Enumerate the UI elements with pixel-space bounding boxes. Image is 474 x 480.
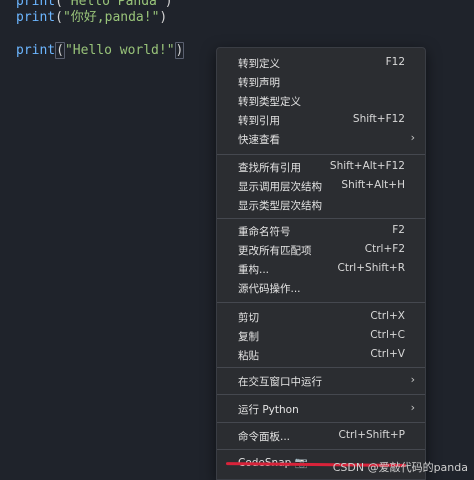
string-literal: "你好,panda!" <box>62 10 160 25</box>
code-line-4[interactable]: print("Hello world!") <box>16 42 185 60</box>
keyword-print: print <box>16 10 56 25</box>
menu-item-rename-symbol[interactable]: 重命名符号 F2 <box>217 221 425 240</box>
menu-separator <box>217 218 425 219</box>
menu-item-go-to-declaration[interactable]: 转到声明 <box>217 72 425 91</box>
watermark: CSDN @爱敲代码的panda <box>332 461 468 474</box>
menu-item-cut[interactable]: 剪切 Ctrl+X <box>217 307 425 326</box>
menu-item-label: 转到类型定义 <box>238 96 301 108</box>
menu-item-shortcut: Shift+Alt+H <box>341 179 405 191</box>
menu-item-shortcut: Ctrl+X <box>370 310 405 322</box>
menu-separator <box>217 367 425 368</box>
menu-separator <box>217 302 425 303</box>
menu-item-label: 源代码操作... <box>238 283 301 295</box>
keyword-print: print <box>16 0 56 9</box>
menu-item-label: 转到定义 <box>238 58 280 70</box>
menu-item-label: 更改所有匹配项 <box>238 245 312 257</box>
menu-separator <box>217 154 425 155</box>
close-paren-highlight: ) <box>174 42 185 59</box>
menu-item-label: 转到引用 <box>238 115 280 127</box>
menu-item-label: 粘贴 <box>238 350 259 362</box>
menu-separator <box>217 394 425 395</box>
menu-item-shortcut: Shift+Alt+F12 <box>329 160 405 172</box>
menu-item-source-action[interactable]: 源代码操作... <box>217 278 425 297</box>
menu-item-shortcut: F2 <box>392 224 405 236</box>
menu-item-label: 查找所有引用 <box>238 162 301 174</box>
context-menu: 转到定义 F12 转到声明 转到类型定义 转到引用 Shift+F12 快速查看 › … <box>216 47 426 480</box>
code-line-2[interactable]: print("你好,panda!") <box>16 9 167 27</box>
menu-item-shortcut: Ctrl+Shift+R <box>337 262 405 274</box>
menu-item-shortcut: Ctrl+Shift+P <box>338 429 405 441</box>
menu-item-label: 在交互窗口中运行 <box>238 376 322 388</box>
menu-item-run-in-interactive-window[interactable]: 在交互窗口中运行 › <box>217 371 425 390</box>
close-paren: ) <box>159 10 168 25</box>
open-paren-highlight: ( <box>55 42 65 59</box>
menu-item-label: 运行 Python <box>238 404 299 416</box>
menu-item-peek[interactable]: 快速查看 › <box>217 129 425 148</box>
menu-item-label: 重命名符号 <box>238 226 291 238</box>
close-paren: ) <box>164 0 173 9</box>
menu-item-show-call-hierarchy[interactable]: 显示调用层次结构 Shift+Alt+H <box>217 176 425 195</box>
menu-separator <box>217 449 425 450</box>
menu-item-shortcut: Ctrl+C <box>370 329 405 341</box>
menu-item-refactor[interactable]: 重构... Ctrl+Shift+R <box>217 259 425 278</box>
menu-item-label: 复制 <box>238 331 259 343</box>
menu-item-go-to-definition[interactable]: 转到定义 F12 <box>217 53 425 72</box>
menu-item-command-palette[interactable]: 命令面板... Ctrl+Shift+P <box>217 426 425 445</box>
menu-item-label: 显示类型层次结构 <box>238 200 322 212</box>
chevron-right-icon: › <box>410 131 415 144</box>
menu-item-label: 转到声明 <box>238 77 280 89</box>
menu-item-shortcut: F12 <box>385 56 405 68</box>
string-literal: "Hello world!" <box>64 43 175 58</box>
menu-item-show-type-hierarchy[interactable]: 显示类型层次结构 <box>217 195 425 214</box>
chevron-right-icon: › <box>410 401 415 414</box>
menu-item-find-all-references[interactable]: 查找所有引用 Shift+Alt+F12 <box>217 157 425 176</box>
menu-item-label: 快速查看 <box>238 134 280 146</box>
menu-item-label: 重构... <box>238 264 270 276</box>
menu-item-shortcut: Ctrl+F2 <box>364 243 405 255</box>
chevron-right-icon: › <box>410 373 415 386</box>
menu-item-paste[interactable]: 粘贴 Ctrl+V <box>217 345 425 364</box>
keyword-print: print <box>16 43 56 58</box>
menu-item-label: 剪切 <box>238 312 259 324</box>
menu-item-shortcut: Shift+F12 <box>352 113 405 125</box>
menu-item-go-to-references[interactable]: 转到引用 Shift+F12 <box>217 110 425 129</box>
menu-item-change-all-occurrences[interactable]: 更改所有匹配项 Ctrl+F2 <box>217 240 425 259</box>
menu-item-copy[interactable]: 复制 Ctrl+C <box>217 326 425 345</box>
menu-separator <box>217 422 425 423</box>
menu-item-label: 命令面板... <box>238 431 291 443</box>
menu-item-run-python[interactable]: 运行 Python › <box>217 399 425 418</box>
menu-item-shortcut: Ctrl+V <box>370 348 405 360</box>
menu-item-go-to-type-definition[interactable]: 转到类型定义 <box>217 91 425 110</box>
menu-item-label: 显示调用层次结构 <box>238 181 322 193</box>
string-literal: "Hello Panda" <box>62 0 165 9</box>
open-paren: ( <box>55 0 63 9</box>
open-paren: ( <box>55 10 63 25</box>
